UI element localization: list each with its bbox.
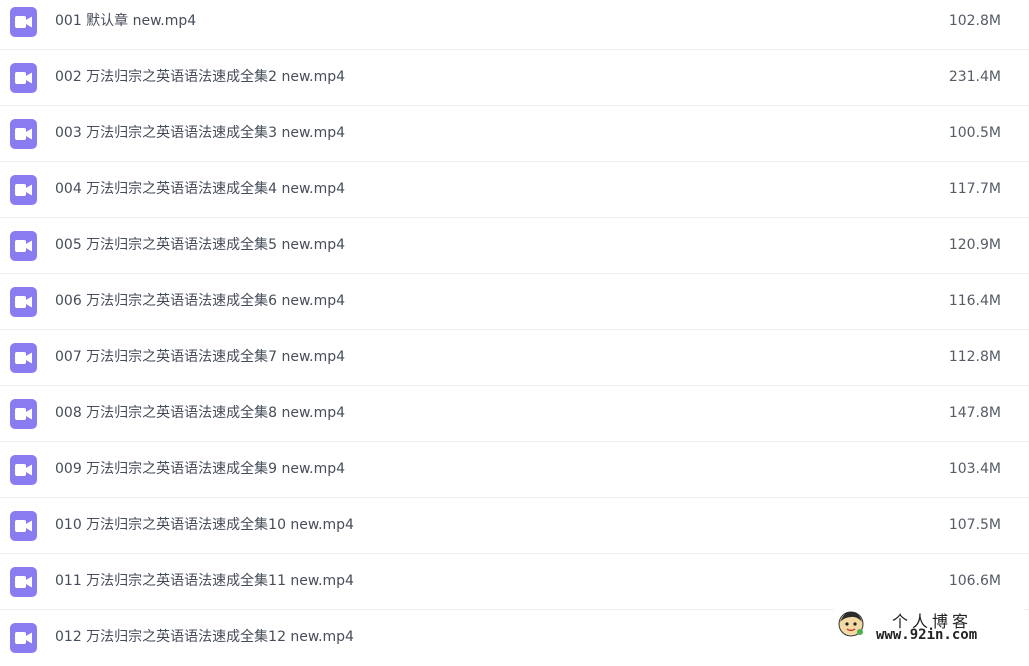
file-size: 100.5M bbox=[948, 125, 1001, 141]
video-file-icon bbox=[10, 567, 37, 597]
file-size: 103.4M bbox=[948, 461, 1001, 477]
video-file-icon bbox=[10, 343, 37, 373]
video-file-icon bbox=[10, 175, 37, 205]
file-name[interactable]: 003 万法归宗之英语语法速成全集3 new.mp4 bbox=[55, 123, 345, 143]
file-row[interactable]: 006 万法归宗之英语语法速成全集6 new.mp4 116.4M bbox=[0, 274, 1029, 330]
file-name[interactable]: 012 万法归宗之英语语法速成全集12 new.mp4 bbox=[55, 627, 354, 647]
file-name[interactable]: 002 万法归宗之英语语法速成全集2 new.mp4 bbox=[55, 67, 345, 87]
file-name[interactable]: 004 万法归宗之英语语法速成全集4 new.mp4 bbox=[55, 179, 345, 199]
file-name[interactable]: 001 默认章 new.mp4 bbox=[55, 11, 196, 31]
file-row[interactable]: 011 万法归宗之英语语法速成全集11 new.mp4 106.6M bbox=[0, 554, 1029, 610]
file-name[interactable]: 010 万法归宗之英语语法速成全集10 new.mp4 bbox=[55, 515, 354, 535]
video-file-icon bbox=[10, 287, 37, 317]
file-size: 147.8M bbox=[948, 405, 1001, 421]
file-name[interactable]: 006 万法归宗之英语语法速成全集6 new.mp4 bbox=[55, 291, 345, 311]
blog-watermark: 个人博客 www.92in.com bbox=[834, 608, 1024, 648]
video-file-icon bbox=[10, 231, 37, 261]
file-size: 117.7M bbox=[948, 181, 1001, 197]
video-file-icon bbox=[10, 623, 37, 653]
avatar-icon bbox=[838, 611, 864, 637]
file-name[interactable]: 011 万法归宗之英语语法速成全集11 new.mp4 bbox=[55, 571, 354, 591]
file-size: 112.8M bbox=[948, 349, 1001, 365]
file-size: 116.4M bbox=[948, 293, 1001, 309]
file-row[interactable]: 003 万法归宗之英语语法速成全集3 new.mp4 100.5M bbox=[0, 106, 1029, 162]
file-name[interactable]: 009 万法归宗之英语语法速成全集9 new.mp4 bbox=[55, 459, 345, 479]
file-name[interactable]: 007 万法归宗之英语语法速成全集7 new.mp4 bbox=[55, 347, 345, 367]
file-row[interactable]: 010 万法归宗之英语语法速成全集10 new.mp4 107.5M bbox=[0, 498, 1029, 554]
video-file-icon bbox=[10, 511, 37, 541]
file-row[interactable]: 009 万法归宗之英语语法速成全集9 new.mp4 103.4M bbox=[0, 442, 1029, 498]
file-size: 106.6M bbox=[948, 573, 1001, 589]
file-row[interactable]: 007 万法归宗之英语语法速成全集7 new.mp4 112.8M bbox=[0, 330, 1029, 386]
file-list: 001 默认章 new.mp4 102.8M 002 万法归宗之英语语法速成全集… bbox=[0, 0, 1029, 666]
file-name[interactable]: 008 万法归宗之英语语法速成全集8 new.mp4 bbox=[55, 403, 345, 423]
file-name[interactable]: 005 万法归宗之英语语法速成全集5 new.mp4 bbox=[55, 235, 345, 255]
file-row[interactable]: 004 万法归宗之英语语法速成全集4 new.mp4 117.7M bbox=[0, 162, 1029, 218]
watermark-url: www.92in.com bbox=[876, 627, 978, 643]
file-row[interactable]: 005 万法归宗之英语语法速成全集5 new.mp4 120.9M bbox=[0, 218, 1029, 274]
video-file-icon bbox=[10, 119, 37, 149]
file-size: 231.4M bbox=[948, 69, 1001, 85]
file-size: 102.8M bbox=[948, 13, 1001, 29]
video-file-icon bbox=[10, 63, 37, 93]
file-size: 120.9M bbox=[948, 237, 1001, 253]
file-row[interactable]: 008 万法归宗之英语语法速成全集8 new.mp4 147.8M bbox=[0, 386, 1029, 442]
file-size: 107.5M bbox=[948, 517, 1001, 533]
video-file-icon bbox=[10, 455, 37, 485]
file-row[interactable]: 002 万法归宗之英语语法速成全集2 new.mp4 231.4M bbox=[0, 50, 1029, 106]
video-file-icon bbox=[10, 7, 37, 37]
video-file-icon bbox=[10, 399, 37, 429]
file-row[interactable]: 001 默认章 new.mp4 102.8M bbox=[0, 0, 1029, 50]
